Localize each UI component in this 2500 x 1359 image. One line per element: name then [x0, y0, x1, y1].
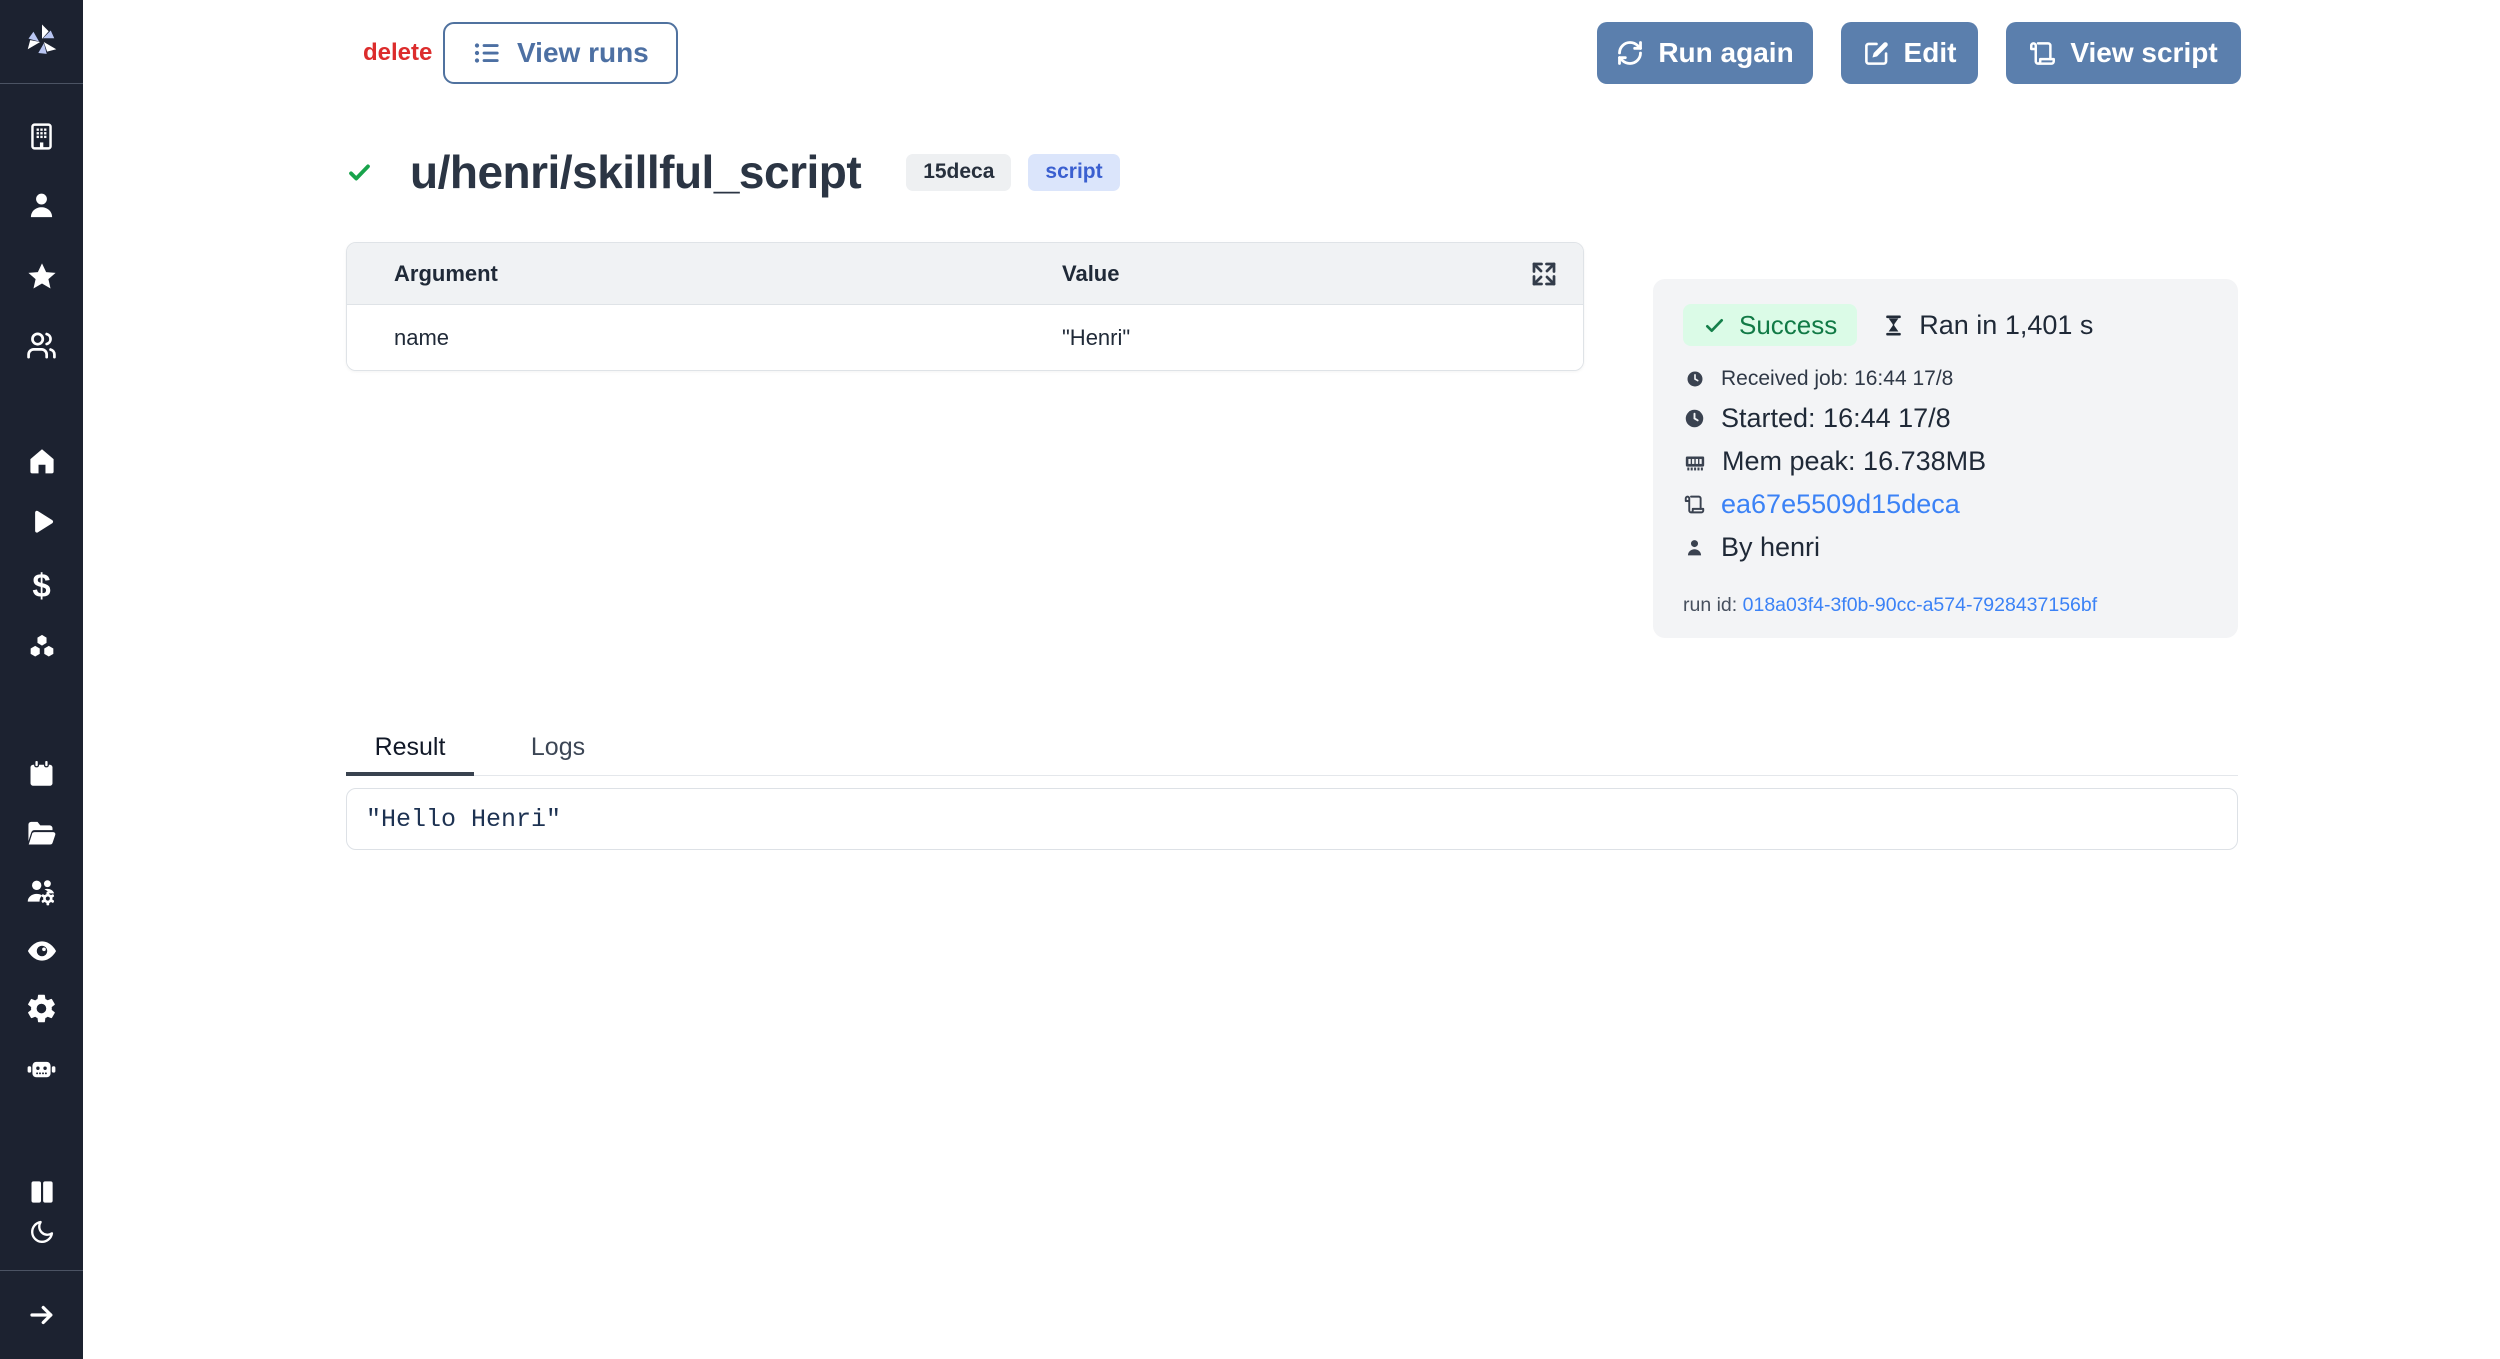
received-row: Received job: 16:44 17/8	[1683, 367, 2208, 391]
mem-peak-row: Mem peak: 16.738MB	[1683, 446, 2208, 477]
mem-peak-label: Mem peak: 16.738MB	[1722, 446, 1986, 477]
view-runs-button[interactable]: View runs	[443, 22, 678, 84]
by-row: By henri	[1683, 532, 2208, 563]
expand-table-button[interactable]	[1525, 255, 1563, 293]
started-label: Started: 16:44 17/8	[1721, 403, 1951, 434]
memory-icon	[1684, 451, 1706, 473]
duration: Ran in 1,401 s	[1881, 310, 2093, 341]
run-id-link[interactable]: 018a03f4-3f0b-90cc-a574-7928437156bf	[1743, 594, 2098, 616]
expand-sidebar-arrow-icon[interactable]	[0, 1300, 83, 1330]
person-icon	[1684, 537, 1705, 558]
page-title: u/henri/skillful_script	[410, 145, 861, 199]
column-value: Value	[1062, 261, 1119, 287]
view-runs-label: View runs	[517, 37, 649, 69]
clock-icon	[1686, 370, 1704, 388]
result-output: "Hello Henri"	[346, 788, 2238, 850]
title-row: u/henri/skillful_script 15deca script	[346, 142, 1120, 202]
view-script-button[interactable]: View script	[2006, 22, 2241, 84]
windmill-logo-icon[interactable]	[0, 20, 83, 62]
run-id-label: run id:	[1683, 594, 1737, 616]
runs-play-icon[interactable]	[0, 507, 83, 537]
by-label: By henri	[1721, 532, 1820, 563]
started-row: Started: 16:44 17/8	[1683, 403, 2208, 434]
result-value: "Hello Henri"	[366, 805, 561, 834]
clock-icon	[1684, 408, 1705, 429]
run-id-row: run id: 018a03f4-3f0b-90cc-a574-79284371…	[1683, 594, 2208, 617]
column-argument: Argument	[347, 261, 1062, 287]
arguments-table-header: Argument Value	[347, 243, 1583, 305]
workers-gear-icon[interactable]	[0, 992, 83, 1025]
user-icon[interactable]	[0, 190, 83, 221]
script-hash-row: ea67e5509d15deca	[1683, 489, 2208, 520]
variables-dollar-icon[interactable]: $	[0, 569, 83, 602]
argument-name-cell: name	[347, 325, 1062, 351]
scroll-icon	[1684, 494, 1705, 515]
scroll-icon	[2029, 40, 2056, 67]
sidebar-divider	[0, 1270, 83, 1271]
home-icon[interactable]	[0, 445, 83, 477]
success-check-icon	[346, 159, 373, 186]
run-again-button[interactable]: Run again	[1597, 22, 1813, 84]
sidebar: $	[0, 0, 83, 1359]
apps-columns-icon[interactable]	[0, 1177, 83, 1207]
workspace-building-icon[interactable]	[0, 121, 83, 152]
run-again-label: Run again	[1658, 37, 1793, 69]
view-script-label: View script	[2070, 37, 2217, 69]
resources-boxes-icon[interactable]	[0, 632, 83, 664]
arguments-table: Argument Value name "Henri"	[346, 242, 1584, 371]
schedules-calendar-icon[interactable]	[0, 758, 83, 789]
status-label: Success	[1739, 310, 1837, 341]
edit-pen-icon	[1863, 40, 1890, 67]
hourglass-icon	[1881, 313, 1906, 338]
run-info-panel: Success Ran in 1,401 s	[1653, 279, 2238, 638]
dark-mode-moon-icon[interactable]	[0, 1218, 83, 1246]
ai-bot-icon[interactable]	[0, 1052, 83, 1085]
edit-button[interactable]: Edit	[1841, 22, 1978, 84]
script-hash-badge: 15deca	[906, 154, 1011, 191]
check-icon	[1703, 314, 1726, 337]
table-row: name "Henri"	[347, 305, 1583, 370]
sidebar-divider	[0, 83, 83, 84]
folders-icon[interactable]	[0, 817, 83, 850]
script-type-badge: script	[1028, 154, 1119, 191]
duration-label: Ran in 1,401 s	[1919, 310, 2093, 341]
script-hash-link[interactable]: ea67e5509d15deca	[1721, 489, 1960, 520]
list-icon	[472, 38, 502, 68]
maximize-icon	[1529, 259, 1559, 289]
edit-label: Edit	[1904, 37, 1957, 69]
status-badge: Success	[1683, 304, 1857, 346]
dollar-glyph: $	[32, 569, 50, 602]
result-tabs: Result Logs	[346, 729, 2238, 776]
delete-button[interactable]: delete	[363, 39, 432, 67]
received-label: Received job: 16:44 17/8	[1721, 367, 1953, 391]
argument-value-cell: "Henri"	[1062, 325, 1583, 351]
tab-logs[interactable]: Logs	[502, 729, 614, 776]
refresh-icon	[1616, 39, 1644, 67]
groups-cog-icon[interactable]	[0, 876, 83, 909]
favorites-star-icon[interactable]	[0, 261, 83, 293]
audit-logs-eye-icon[interactable]	[0, 934, 83, 968]
tab-result[interactable]: Result	[346, 729, 474, 776]
run-detail-page: $	[0, 0, 2500, 1359]
action-buttons: Run again Edit View script	[1597, 22, 2241, 84]
status-row: Success Ran in 1,401 s	[1683, 304, 2208, 346]
users-icon[interactable]	[0, 330, 83, 361]
